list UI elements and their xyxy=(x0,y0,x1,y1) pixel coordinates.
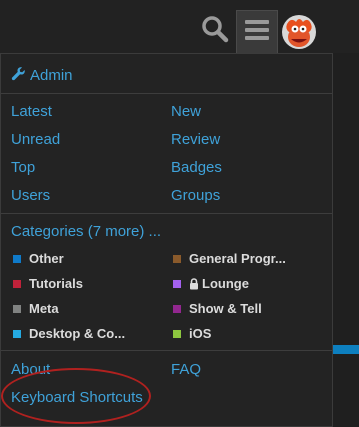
review-link[interactable]: Review xyxy=(171,131,220,149)
category-desktop[interactable]: Desktop & Co... xyxy=(13,326,125,341)
category-label: Show & Tell xyxy=(189,301,262,316)
category-color-swatch xyxy=(13,329,21,338)
background-strip xyxy=(333,53,359,427)
category-color-swatch xyxy=(173,279,181,288)
admin-label: Admin xyxy=(30,67,73,84)
background-accent xyxy=(333,345,359,354)
wrench-icon xyxy=(11,66,26,86)
category-label: iOS xyxy=(189,326,212,341)
category-color-swatch xyxy=(173,329,181,338)
top-link[interactable]: Top xyxy=(11,159,35,177)
search-icon xyxy=(201,15,229,48)
category-color-swatch xyxy=(173,304,181,313)
category-general-programming[interactable]: General Progr... xyxy=(173,251,286,266)
groups-link[interactable]: Groups xyxy=(171,187,220,205)
site-header xyxy=(0,0,359,56)
unread-link[interactable]: Unread xyxy=(11,131,60,149)
category-tutorials[interactable]: Tutorials xyxy=(13,276,83,291)
category-label: Meta xyxy=(29,301,59,316)
lock-icon xyxy=(189,277,199,290)
menu-divider xyxy=(1,350,332,351)
category-ios[interactable]: iOS xyxy=(173,326,211,341)
new-link[interactable]: New xyxy=(171,103,201,121)
category-color-swatch xyxy=(13,304,21,313)
category-color-swatch xyxy=(173,254,181,263)
category-lounge[interactable]: Lounge xyxy=(173,276,249,291)
menu-divider xyxy=(1,93,332,94)
search-button[interactable] xyxy=(198,14,232,48)
category-label: Other xyxy=(29,251,64,266)
categories-link[interactable]: Categories (7 more) ... xyxy=(11,223,161,241)
hamburger-menu-icon xyxy=(245,19,269,46)
category-show-and-tell[interactable]: Show & Tell xyxy=(173,301,262,316)
hamburger-menu-button[interactable] xyxy=(236,10,278,54)
user-avatar[interactable] xyxy=(282,15,316,49)
category-label: Desktop & Co... xyxy=(29,326,126,341)
category-color-swatch xyxy=(13,279,21,288)
category-label: Tutorials xyxy=(29,276,83,291)
keyboard-shortcuts-link[interactable]: Keyboard Shortcuts xyxy=(11,389,143,407)
category-other[interactable]: Other xyxy=(13,251,64,266)
category-color-swatch xyxy=(13,254,21,263)
latest-link[interactable]: Latest xyxy=(11,103,52,121)
users-link[interactable]: Users xyxy=(11,187,50,205)
faq-link[interactable]: FAQ xyxy=(171,361,201,379)
admin-link[interactable]: Admin xyxy=(11,66,73,86)
menu-divider xyxy=(1,213,332,214)
category-meta[interactable]: Meta xyxy=(13,301,59,316)
badges-link[interactable]: Badges xyxy=(171,159,222,177)
category-label: General Progr... xyxy=(189,251,286,266)
about-link[interactable]: About xyxy=(11,361,50,379)
category-label: Lounge xyxy=(202,276,249,291)
